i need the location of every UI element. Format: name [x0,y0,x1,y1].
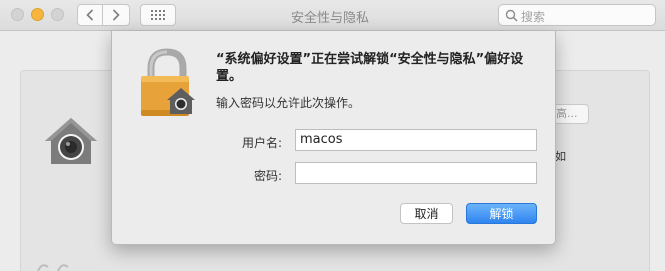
unlock-button[interactable]: 解锁 [466,203,537,224]
close-window-button[interactable] [11,8,24,21]
chevron-left-icon [86,9,94,21]
background-advanced-button[interactable]: 高... [553,104,589,124]
search-field[interactable]: 搜索 [498,4,656,26]
chevron-right-icon [112,9,120,21]
home-lock-icon [45,118,97,164]
forward-button[interactable] [103,4,130,26]
search-placeholder: 搜索 [521,10,546,24]
minimize-window-button[interactable] [31,8,44,21]
zoom-window-button[interactable] [51,8,64,21]
back-button[interactable] [77,4,103,26]
background-partial-icon [37,264,69,271]
window-title: 安全性与隐私 [290,11,369,26]
background-text: 如 [555,150,566,163]
dialog-message: “系统偏好设置”正在尝试解锁“安全性与隐私”偏好设置。 [216,52,524,84]
show-all-button[interactable] [140,4,176,26]
cancel-button[interactable]: 取消 [400,203,453,224]
password-field[interactable] [295,162,537,184]
username-label: 用户名: [241,136,282,150]
title-bar: 安全性与隐私 搜索 [0,0,665,31]
password-label: 密码: [253,169,282,183]
search-icon [505,9,518,22]
unlock-dialog: “系统偏好设置”正在尝试解锁“安全性与隐私”偏好设置。 输入密码以允许此次操作。… [111,31,556,245]
padlock-icon [141,48,195,116]
username-field[interactable]: macos [295,129,537,151]
grid-icon [151,10,165,20]
dialog-sub-message: 输入密码以允许此次操作。 [216,96,361,110]
